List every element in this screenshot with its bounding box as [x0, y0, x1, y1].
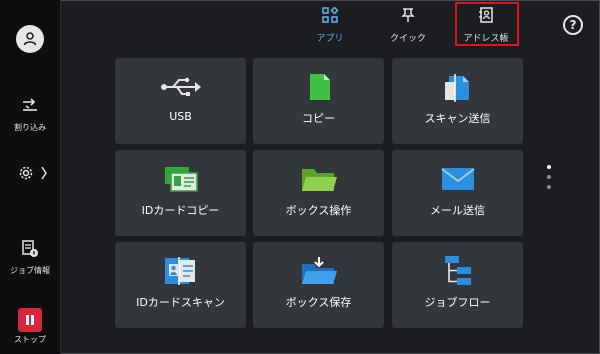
- page-indicator-dot: [547, 185, 551, 189]
- usb-icon: [160, 77, 201, 96]
- user-icon: [23, 32, 37, 46]
- pause-icon: [26, 315, 34, 325]
- app-box-operation-label: ボックス操作: [285, 204, 352, 217]
- app-job-flow[interactable]: ジョブフロー: [392, 242, 523, 328]
- app-box-save[interactable]: ボックス保存: [253, 242, 384, 328]
- app-id-card-scan[interactable]: IDカードスキャン: [115, 242, 246, 328]
- app-id-card-scan-label: IDカードスキャン: [136, 296, 225, 309]
- folder-save-icon: [301, 257, 337, 284]
- mail-icon: [440, 168, 475, 190]
- interrupt-label: 割り込み: [14, 123, 46, 132]
- settings-button[interactable]: [18, 165, 48, 181]
- job-info-icon: [22, 240, 38, 257]
- app-job-flow-label: ジョブフロー: [424, 296, 491, 309]
- interrupt-button[interactable]: 割り込み: [0, 97, 60, 133]
- copy-icon: [309, 74, 330, 100]
- page-indicator-dot: [547, 165, 551, 169]
- app-copy[interactable]: コピー: [253, 58, 384, 144]
- user-avatar-button[interactable]: [16, 25, 44, 53]
- interrupt-icon: [23, 98, 37, 111]
- app-box-operation[interactable]: ボックス操作: [253, 150, 384, 236]
- id-card-copy-icon: [164, 167, 198, 192]
- app-usb-label: USB: [169, 110, 192, 123]
- gear-icon: [19, 166, 33, 180]
- top-bar: アプリ クイック アドレス帳: [62, 0, 598, 50]
- folder-icon: [301, 169, 337, 191]
- tab-apps[interactable]: アプリ: [298, 6, 362, 44]
- scan-send-icon: [444, 74, 469, 102]
- app-id-card-copy-label: IDカードコピー: [141, 204, 220, 217]
- tab-quick-label: クイック: [389, 34, 426, 44]
- id-card-scan-icon: [164, 257, 195, 285]
- stop-button[interactable]: [18, 308, 42, 332]
- app-copy-label: コピー: [302, 112, 335, 125]
- pin-icon: [401, 8, 415, 22]
- left-sidebar: 割り込み ジョブ情報 ストップ: [0, 0, 61, 354]
- app-mail-send[interactable]: メール送信: [392, 150, 523, 236]
- page-indicator-dot: [547, 175, 551, 179]
- job-info-button[interactable]: ジョブ情報: [0, 238, 60, 276]
- job-flow-icon: [444, 256, 471, 285]
- chevron-right-icon: [41, 166, 47, 180]
- tab-quick[interactable]: クイック: [376, 6, 440, 44]
- help-button[interactable]: ?: [563, 15, 583, 35]
- app-usb[interactable]: USB: [115, 58, 246, 144]
- apps-icon: [322, 6, 339, 23]
- app-scan-send-label: スキャン送信: [424, 112, 491, 125]
- app-box-save-label: ボックス保存: [285, 296, 352, 309]
- app-id-card-copy[interactable]: IDカードコピー: [115, 150, 246, 236]
- app-scan-send[interactable]: スキャン送信: [392, 58, 523, 144]
- highlight-box: [455, 2, 519, 46]
- stop-label: ストップ: [14, 335, 46, 344]
- app-mail-send-label: メール送信: [430, 204, 485, 217]
- tab-apps-label: アプリ: [316, 34, 344, 44]
- job-info-label: ジョブ情報: [10, 266, 50, 275]
